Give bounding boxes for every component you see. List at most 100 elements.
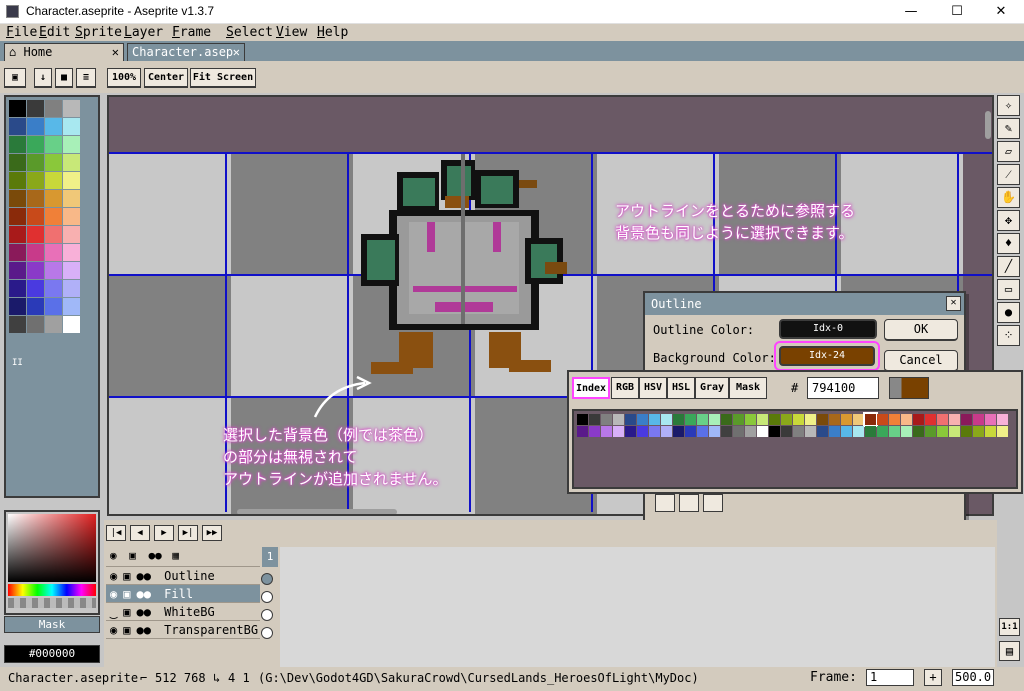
cels-area[interactable] bbox=[280, 547, 995, 667]
popup-swatch[interactable] bbox=[589, 426, 600, 437]
eraser-tool[interactable]: ▱ bbox=[997, 141, 1020, 162]
popup-swatch[interactable] bbox=[613, 414, 624, 425]
palette-swatch[interactable] bbox=[27, 154, 44, 171]
continuous-icon[interactable]: ●● bbox=[136, 623, 150, 637]
tab-character[interactable]: Character.asep ✕ bbox=[127, 43, 245, 61]
popup-swatch[interactable] bbox=[889, 414, 900, 425]
popup-swatch[interactable] bbox=[877, 414, 888, 425]
place-option-button[interactable] bbox=[679, 494, 699, 512]
close-tab-icon[interactable]: ✕ bbox=[112, 44, 119, 60]
palette-swatch[interactable] bbox=[45, 262, 62, 279]
palette-swatch[interactable] bbox=[45, 172, 62, 189]
popup-swatch[interactable] bbox=[697, 426, 708, 437]
palette-swatch[interactable] bbox=[9, 154, 26, 171]
popup-swatch[interactable] bbox=[997, 426, 1008, 437]
popup-swatch[interactable] bbox=[601, 426, 612, 437]
popup-swatch[interactable] bbox=[673, 414, 684, 425]
menu-sprite[interactable]: Sprite bbox=[75, 24, 122, 41]
lock-icon[interactable]: ▣ bbox=[123, 623, 130, 637]
popup-swatch[interactable] bbox=[637, 426, 648, 437]
popup-swatch[interactable] bbox=[973, 414, 984, 425]
tab-home[interactable]: ⌂ Home ✕ bbox=[4, 43, 124, 61]
popup-swatch[interactable] bbox=[625, 414, 636, 425]
popup-swatch[interactable] bbox=[817, 426, 828, 437]
tab-index[interactable]: Index bbox=[572, 377, 610, 399]
zoom-input[interactable]: 500.0 bbox=[952, 669, 994, 686]
popup-swatch[interactable] bbox=[925, 426, 936, 437]
palette-swatch[interactable] bbox=[9, 262, 26, 279]
popup-swatch[interactable] bbox=[985, 414, 996, 425]
close-window-button[interactable]: ✕ bbox=[978, 0, 1024, 24]
menu-file[interactable]: File bbox=[6, 24, 37, 41]
eyedropper-tool[interactable]: ⁄ bbox=[997, 164, 1020, 185]
alpha-slider[interactable] bbox=[8, 598, 96, 608]
palette-swatch[interactable] bbox=[63, 244, 80, 261]
popup-swatch[interactable] bbox=[961, 426, 972, 437]
popup-swatch[interactable] bbox=[589, 414, 600, 425]
palette-swatch[interactable] bbox=[27, 280, 44, 297]
palette-swatch[interactable] bbox=[27, 208, 44, 225]
cel[interactable] bbox=[261, 591, 273, 603]
blur-tool[interactable]: ⁘ bbox=[997, 325, 1020, 346]
palette-resize-handle[interactable]: II bbox=[12, 358, 23, 368]
popup-swatch[interactable] bbox=[733, 414, 744, 425]
palette-swatch[interactable] bbox=[45, 154, 62, 171]
eye-closed-icon[interactable]: ‿ bbox=[110, 605, 117, 619]
popup-swatch[interactable] bbox=[949, 414, 960, 425]
palette-swatch[interactable] bbox=[63, 100, 80, 117]
popup-swatch[interactable] bbox=[901, 426, 912, 437]
popup-swatch[interactable] bbox=[781, 414, 792, 425]
palette-swatch[interactable] bbox=[27, 262, 44, 279]
popup-swatch[interactable] bbox=[913, 414, 924, 425]
vertical-scrollbar[interactable] bbox=[985, 111, 991, 139]
popup-swatch[interactable] bbox=[913, 426, 924, 437]
popup-swatch[interactable] bbox=[829, 414, 840, 425]
popup-swatch[interactable] bbox=[925, 414, 936, 425]
palette-swatch[interactable] bbox=[45, 190, 62, 207]
place-option-button[interactable] bbox=[703, 494, 723, 512]
popup-swatch[interactable] bbox=[649, 426, 660, 437]
popup-swatch[interactable] bbox=[901, 414, 912, 425]
popup-swatch[interactable] bbox=[757, 414, 768, 425]
popup-swatch[interactable] bbox=[637, 414, 648, 425]
outline-color-field[interactable]: Idx-0 bbox=[779, 319, 877, 339]
palette-swatch[interactable] bbox=[45, 298, 62, 315]
tab-hsl[interactable]: HSL bbox=[667, 377, 695, 399]
popup-swatch[interactable] bbox=[721, 426, 732, 437]
palette-swatch[interactable] bbox=[27, 244, 44, 261]
popup-swatch[interactable] bbox=[863, 412, 878, 427]
popup-swatch[interactable] bbox=[889, 426, 900, 437]
continuous-icon[interactable]: ●● bbox=[149, 549, 162, 562]
popup-swatch[interactable] bbox=[649, 414, 660, 425]
popup-swatch[interactable] bbox=[961, 414, 972, 425]
cel[interactable] bbox=[261, 609, 273, 621]
palette-swatch[interactable] bbox=[9, 100, 26, 117]
popup-swatch[interactable] bbox=[769, 414, 780, 425]
palette-panel[interactable]: II bbox=[4, 95, 100, 498]
tab-rgb[interactable]: RGB bbox=[611, 377, 639, 399]
lock-icon[interactable]: ▣ bbox=[123, 587, 130, 601]
save-palette-button[interactable]: ■ bbox=[55, 68, 73, 88]
popup-swatch[interactable] bbox=[625, 426, 636, 437]
popup-swatch[interactable] bbox=[721, 414, 732, 425]
saturation-value-area[interactable] bbox=[8, 514, 96, 582]
popup-swatch[interactable] bbox=[937, 426, 948, 437]
palette-swatch[interactable] bbox=[9, 280, 26, 297]
cancel-button[interactable]: Cancel bbox=[884, 350, 958, 372]
palette-swatch[interactable] bbox=[63, 226, 80, 243]
foreground-color-button[interactable]: #000000 bbox=[4, 645, 100, 663]
place-option-button[interactable] bbox=[655, 494, 675, 512]
popup-swatch[interactable] bbox=[685, 426, 696, 437]
lock-icon[interactable]: ▣ bbox=[123, 605, 130, 619]
popup-swatch[interactable] bbox=[661, 414, 672, 425]
menu-view[interactable]: View bbox=[276, 24, 307, 41]
continuous-icon[interactable]: ●● bbox=[136, 587, 150, 601]
menu-select[interactable]: Select bbox=[226, 24, 273, 41]
eye-icon[interactable]: ◉ bbox=[110, 569, 117, 583]
layer-row-transparentbg[interactable]: ◉ ▣ ●● TransparentBG bbox=[106, 621, 260, 639]
palette-swatch[interactable] bbox=[63, 118, 80, 135]
popup-swatch[interactable] bbox=[865, 426, 876, 437]
menu-layer[interactable]: Layer bbox=[124, 24, 163, 41]
palette-swatch[interactable] bbox=[9, 190, 26, 207]
fill-tool[interactable]: ♦ bbox=[997, 233, 1020, 254]
